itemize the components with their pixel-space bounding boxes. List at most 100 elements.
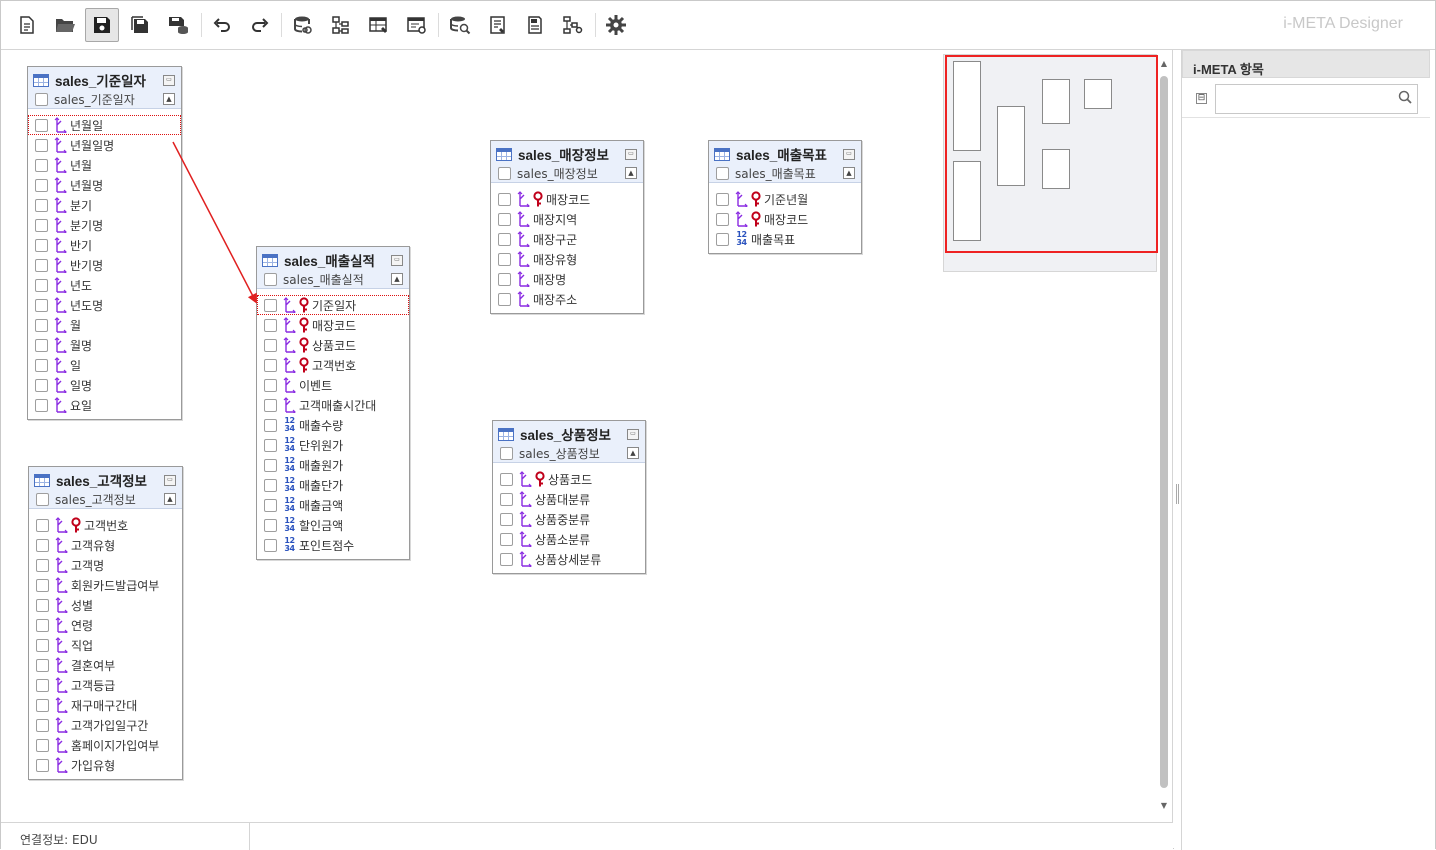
- splitter-grip-icon[interactable]: [1176, 484, 1179, 504]
- save-db-button[interactable]: [161, 8, 195, 42]
- database-search-button[interactable]: [443, 8, 477, 42]
- attribute-checkbox[interactable]: [498, 252, 511, 266]
- save-as-button[interactable]: [123, 8, 157, 42]
- open-button[interactable]: [48, 8, 82, 42]
- list-edit-button[interactable]: [481, 8, 515, 42]
- entity-checkbox[interactable]: [716, 166, 729, 180]
- entity-checkbox[interactable]: [498, 166, 511, 180]
- collapse-tree-icon[interactable]: ⊟: [1196, 93, 1207, 104]
- attribute-checkbox[interactable]: [716, 192, 729, 206]
- vertical-scrollbar[interactable]: ▲ ▼: [1158, 54, 1170, 814]
- collapse-button[interactable]: ▲: [391, 273, 403, 285]
- scrollbar-thumb[interactable]: [1160, 76, 1168, 788]
- collapse-button[interactable]: ▲: [163, 93, 175, 105]
- entity-checkbox[interactable]: [264, 272, 277, 286]
- attribute-checkbox[interactable]: [36, 678, 49, 692]
- search-input[interactable]: [1215, 84, 1418, 114]
- attribute-row[interactable]: 홈페이지가입여부: [36, 735, 182, 755]
- entity-header[interactable]: sales_기준일자 ▭ sales_기준일자 ▲: [28, 67, 181, 109]
- document-button[interactable]: [518, 8, 552, 42]
- attribute-checkbox[interactable]: [35, 318, 48, 332]
- minimap[interactable]: [943, 54, 1158, 272]
- attribute-row[interactable]: 직업: [36, 635, 182, 655]
- attribute-checkbox[interactable]: [716, 232, 729, 246]
- search-icon[interactable]: [1398, 90, 1412, 104]
- attribute-checkbox[interactable]: [500, 492, 513, 506]
- attribute-row[interactable]: 결혼여부: [36, 655, 182, 675]
- diagram-canvas[interactable]: sales_기준일자 ▭ sales_기준일자 ▲ 년월일 년월일명 년월 년월명 분기…: [1, 50, 1173, 822]
- save-button[interactable]: [85, 8, 119, 42]
- attribute-row[interactable]: 상품중분류: [500, 509, 645, 529]
- attribute-checkbox[interactable]: [264, 498, 277, 512]
- attribute-row[interactable]: 년도: [35, 275, 181, 295]
- attribute-checkbox[interactable]: [36, 698, 49, 712]
- attribute-checkbox[interactable]: [35, 378, 48, 392]
- entity-menu-button[interactable]: ▭: [391, 254, 403, 266]
- attribute-row[interactable]: 매장코드: [264, 315, 409, 335]
- attribute-row[interactable]: 12 34 매출수량: [264, 415, 409, 435]
- entity-customer[interactable]: sales_고객정보 ▭ sales_고객정보 ▲ 고객번호 고객유형 고객명 회원카…: [28, 466, 183, 780]
- collapse-button[interactable]: ▲: [164, 493, 176, 505]
- attribute-row[interactable]: 고객가입일구간: [36, 715, 182, 735]
- attribute-checkbox[interactable]: [35, 278, 48, 292]
- attribute-row[interactable]: 년월명: [35, 175, 181, 195]
- entity-menu-button[interactable]: ▭: [625, 148, 637, 160]
- attribute-checkbox[interactable]: [35, 398, 48, 412]
- redo-button[interactable]: [243, 8, 277, 42]
- attribute-row[interactable]: 상품상세분류: [500, 549, 645, 569]
- attribute-checkbox[interactable]: [498, 232, 511, 246]
- table-settings-button[interactable]: [400, 8, 434, 42]
- attribute-checkbox[interactable]: [35, 238, 48, 252]
- attribute-row[interactable]: 고객매출시간대: [264, 395, 409, 415]
- attribute-checkbox[interactable]: [264, 298, 277, 312]
- attribute-checkbox[interactable]: [264, 458, 277, 472]
- entity-header[interactable]: sales_매출실적 ▭ sales_매출실적 ▲: [257, 247, 409, 289]
- attribute-row[interactable]: 상품대분류: [500, 489, 645, 509]
- attribute-row[interactable]: 이벤트: [264, 375, 409, 395]
- attribute-row[interactable]: 가입유형: [36, 755, 182, 775]
- relation-line[interactable]: [172, 141, 257, 304]
- attribute-checkbox[interactable]: [35, 358, 48, 372]
- attribute-checkbox[interactable]: [36, 738, 49, 752]
- attribute-checkbox[interactable]: [500, 472, 513, 486]
- attribute-row[interactable]: 년월일: [28, 115, 181, 135]
- attribute-row[interactable]: 년도명: [35, 295, 181, 315]
- attribute-row[interactable]: 고객번호: [36, 515, 182, 535]
- attribute-row[interactable]: 분기명: [35, 215, 181, 235]
- attribute-checkbox[interactable]: [264, 358, 277, 372]
- attribute-row[interactable]: 반기명: [35, 255, 181, 275]
- attribute-row[interactable]: 반기: [35, 235, 181, 255]
- table-edit-button[interactable]: [362, 8, 396, 42]
- attribute-checkbox[interactable]: [716, 212, 729, 226]
- collapse-button[interactable]: ▲: [625, 167, 637, 179]
- attribute-checkbox[interactable]: [264, 338, 277, 352]
- attribute-checkbox[interactable]: [36, 618, 49, 632]
- attribute-checkbox[interactable]: [35, 218, 48, 232]
- attribute-checkbox[interactable]: [36, 598, 49, 612]
- entity-menu-button[interactable]: ▭: [163, 74, 175, 86]
- attribute-checkbox[interactable]: [500, 552, 513, 566]
- attribute-row[interactable]: 12 34 단위원가: [264, 435, 409, 455]
- attribute-row[interactable]: 12 34 매출목표: [716, 229, 861, 249]
- attribute-checkbox[interactable]: [500, 512, 513, 526]
- attribute-row[interactable]: 매장지역: [498, 209, 643, 229]
- tree-settings-button[interactable]: [556, 8, 590, 42]
- attribute-row[interactable]: 12 34 매출원가: [264, 455, 409, 475]
- settings-button[interactable]: [599, 8, 633, 42]
- attribute-row[interactable]: 분기: [35, 195, 181, 215]
- scroll-up-icon[interactable]: ▲: [1158, 58, 1170, 70]
- attribute-checkbox[interactable]: [264, 318, 277, 332]
- database-link-button[interactable]: [286, 8, 320, 42]
- attribute-row[interactable]: 년월: [35, 155, 181, 175]
- collapse-button[interactable]: ▲: [627, 447, 639, 459]
- scroll-down-icon[interactable]: ▼: [1158, 800, 1170, 812]
- entity-target[interactable]: sales_매출목표 ▭ sales_매출목표 ▲ 기준년월 매장코드 12 34 매출…: [708, 140, 862, 254]
- attribute-row[interactable]: 12 34 포인트점수: [264, 535, 409, 555]
- attribute-checkbox[interactable]: [498, 272, 511, 286]
- entity-checkbox[interactable]: [36, 492, 49, 506]
- attribute-checkbox[interactable]: [264, 518, 277, 532]
- entity-checkbox[interactable]: [35, 92, 48, 106]
- hierarchy-button[interactable]: [324, 8, 358, 42]
- collapse-button[interactable]: ▲: [843, 167, 855, 179]
- attribute-checkbox[interactable]: [498, 192, 511, 206]
